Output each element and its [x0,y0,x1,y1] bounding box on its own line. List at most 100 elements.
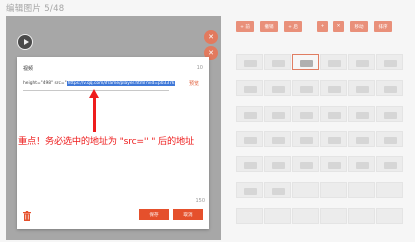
instruction-note: 重点！务必选中的地址为 "src='' " 后的地址 [18,136,194,147]
code-prefix: height="498" src=" [23,81,67,86]
thumbnail-cell[interactable] [292,106,319,122]
thumbnail-cell[interactable] [292,182,319,198]
thumbnail-image [272,162,285,169]
thumbnail-cell[interactable] [236,182,263,198]
side-action-button-1[interactable]: ✕ [204,30,218,44]
thumbnail-cell[interactable] [376,156,403,172]
thumbnail-cell[interactable] [264,54,291,70]
thumbnail-cell[interactable] [348,131,375,147]
thumbnail-cell[interactable] [264,80,291,96]
thumbnail-cell[interactable] [264,208,291,224]
thumbnail-image [328,112,341,119]
thumbnail-cell[interactable] [236,54,263,70]
selected-src-url[interactable]: https://v.qq.com/iframe/player.html?vid=… [66,81,176,86]
thumbnail-cell[interactable] [376,131,403,147]
thumbnail-image [300,162,313,169]
thumbnail-cell[interactable] [320,80,347,96]
add-after-button[interactable]: + 后 [284,21,302,32]
thumbnail-image [272,86,285,93]
thumbnail-cell[interactable] [236,106,263,122]
thumbnail-image [328,137,341,144]
thumbnail-cell[interactable] [376,106,403,122]
play-icon [23,39,29,45]
arrow-shaft [93,95,96,132]
thumbnail-image [300,86,313,93]
thumbnail-image [300,60,313,67]
save-button[interactable]: 保存 [139,209,169,220]
close-icon: ✕ [208,33,214,41]
thumbnail-cell[interactable] [348,208,375,224]
sort-button[interactable]: 排序 [374,21,392,32]
thumbnail-image [272,188,285,195]
thumbnail-image [328,86,341,93]
thumbnail-cell-selected[interactable] [292,54,319,70]
thumbnail-image [300,137,313,144]
thumbnail-image [244,188,257,195]
thumbnail-cell[interactable] [292,80,319,96]
thumbnail-cell[interactable] [292,131,319,147]
cancel-button[interactable]: 取消 [173,209,203,220]
thumbnail-image [272,112,285,119]
thumbnail-cell[interactable] [348,106,375,122]
thumbnail-cell[interactable] [320,208,347,224]
thumbnail-cell[interactable] [264,182,291,198]
char-count-top: 10 [196,65,203,71]
trash-icon[interactable] [23,211,31,221]
thumbnail-image [244,112,257,119]
add-before-button[interactable]: + 前 [236,21,254,32]
thumbnail-image [356,60,369,67]
thumbnail-image [356,137,369,144]
thumbnail-cell[interactable] [264,131,291,147]
thumbnail-image [384,86,397,93]
thumbnail-cell[interactable] [320,131,347,147]
delete-button[interactable]: ✕ [333,21,344,32]
thumbnail-image [244,162,257,169]
add-button[interactable]: + [317,21,328,32]
thumbnail-cell[interactable] [320,182,347,198]
thumbnail-image [384,137,397,144]
video-embed-dialog: 视频 10 height="498" src=" https://v.qq.com… [17,57,209,229]
thumbnail-image [272,60,285,67]
page-title: 编辑图片 5/48 [6,4,65,14]
thumbnail-image [244,60,257,67]
thumbnail-image [384,112,397,119]
thumbnail-cell[interactable] [320,106,347,122]
thumbnail-cell[interactable] [236,208,263,224]
thumbnail-image [356,112,369,119]
thumbnail-cell[interactable] [264,106,291,122]
thumbnail-image [356,86,369,93]
thumbnail-image [328,60,341,67]
thumbnail-image [244,86,257,93]
thumbnail-image [356,162,369,169]
thumbnail-image [328,162,341,169]
thumbnail-cell[interactable] [320,54,347,70]
thumbnail-cell[interactable] [376,208,403,224]
thumbnail-cell[interactable] [348,54,375,70]
dialog-title: 视频 [23,66,34,72]
move-button[interactable]: 移动 [350,21,368,32]
thumbnail-cell[interactable] [376,80,403,96]
thumbnail-cell[interactable] [292,208,319,224]
thumbnail-cell[interactable] [292,156,319,172]
close-icon: ✕ [208,49,214,57]
thumbnail-cell[interactable] [320,156,347,172]
play-video-button[interactable] [17,34,33,50]
undo-button[interactable]: 撤销 [260,21,278,32]
thumbnail-cell[interactable] [236,80,263,96]
thumbnail-image [272,137,285,144]
thumbnail-image [244,137,257,144]
thumbnail-image [300,112,313,119]
thumbnail-cell[interactable] [264,156,291,172]
thumbnail-cell[interactable] [376,54,403,70]
preview-link[interactable]: 预览 [189,80,199,87]
char-count-bottom: 150 [195,198,205,204]
thumbnail-image [384,60,397,67]
thumbnail-cell[interactable] [348,80,375,96]
thumbnail-cell[interactable] [348,182,375,198]
thumbnail-cell[interactable] [376,182,403,198]
thumbnail-image [384,162,397,169]
thumbnail-cell[interactable] [348,156,375,172]
embed-code-field[interactable]: height="498" src=" https://v.qq.com/ifram… [23,78,203,89]
thumbnail-cell[interactable] [236,131,263,147]
thumbnail-cell[interactable] [236,156,263,172]
